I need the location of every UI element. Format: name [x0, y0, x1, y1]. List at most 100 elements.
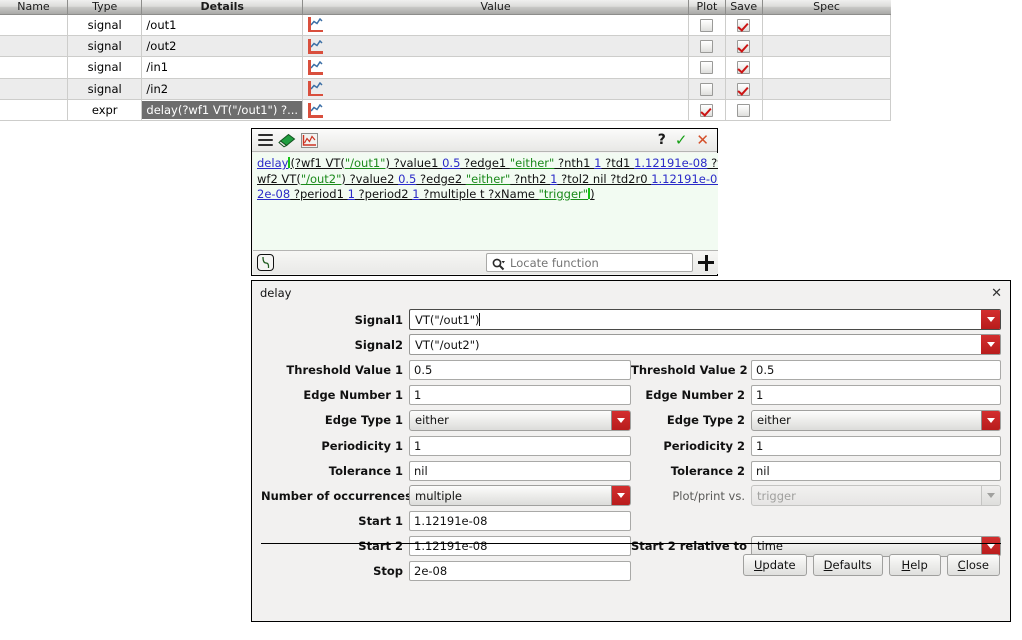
cell-value[interactable]	[302, 14, 690, 36]
cell-details[interactable]: /in1	[141, 56, 304, 79]
tolerance-2-input[interactable]	[751, 460, 1001, 481]
cell-details[interactable]: /out1	[141, 14, 304, 36]
cell-value[interactable]	[302, 78, 690, 101]
cell-details[interactable]: delay(?wf1 VT("/out1") ?...	[141, 99, 304, 122]
cell-name[interactable]	[0, 78, 68, 101]
plot-icon[interactable]	[307, 102, 324, 118]
cell-value[interactable]	[302, 35, 690, 58]
cell-spec[interactable]	[762, 78, 892, 101]
cell-spec[interactable]	[762, 14, 892, 36]
menu-icon[interactable]	[258, 134, 273, 146]
edge-type-2-combo[interactable]: either	[751, 409, 1001, 431]
edge-number-1-input[interactable]	[409, 385, 631, 406]
table-row[interactable]: expr delay(?wf1 VT("/out1") ?...	[0, 99, 892, 122]
cell-type[interactable]: signal	[67, 78, 143, 101]
cell-spec[interactable]	[762, 35, 892, 58]
chevron-down-icon[interactable]	[981, 310, 1000, 330]
chevron-down-icon[interactable]	[611, 486, 630, 506]
cell-plot[interactable]	[688, 56, 726, 79]
cell-details[interactable]: /in2	[141, 78, 304, 101]
cell-value[interactable]	[302, 56, 690, 79]
cell-plot[interactable]	[688, 99, 726, 122]
plot-icon[interactable]	[307, 81, 324, 97]
start-1-input[interactable]	[409, 511, 631, 532]
cell-plot[interactable]	[688, 35, 726, 58]
cell-spec[interactable]	[762, 56, 892, 79]
signal2-combo[interactable]: VT("/out2")	[409, 334, 1001, 356]
plot-tool-icon[interactable]	[301, 132, 318, 148]
cell-type[interactable]: expr	[67, 99, 143, 122]
save-checkbox[interactable]	[737, 104, 751, 118]
cancel-icon[interactable]: ✕	[696, 132, 709, 148]
cell-plot[interactable]	[688, 78, 726, 101]
cell-save[interactable]	[725, 78, 763, 101]
edge-number-2-input[interactable]	[751, 385, 1001, 406]
column-header-spec[interactable]: Spec	[762, 0, 891, 15]
plot-checkbox[interactable]	[700, 18, 714, 32]
cell-type[interactable]: signal	[67, 14, 143, 36]
column-header-save[interactable]: Save	[725, 0, 763, 15]
save-checkbox[interactable]	[737, 18, 751, 32]
update-button[interactable]: Update	[742, 554, 807, 577]
plot-checkbox[interactable]	[700, 104, 714, 118]
plot-icon[interactable]	[307, 59, 324, 75]
column-header-details[interactable]: Details	[141, 0, 304, 15]
close-icon[interactable]: ✕	[991, 287, 1002, 300]
close-button[interactable]: Close	[946, 554, 1000, 577]
chevron-down-icon[interactable]	[981, 410, 1000, 430]
table-row[interactable]: signal/out2	[0, 35, 892, 58]
column-header-value[interactable]: Value	[302, 0, 690, 15]
number-of-occurrences-combo[interactable]: multiple	[409, 485, 631, 507]
expression-text-area[interactable]: delay (?wf1 VT("/out1") ?value1 0.5 ?edge…	[253, 153, 718, 251]
chevron-down-icon[interactable]	[611, 410, 630, 430]
signal1-combo[interactable]: VT("/out1")	[409, 309, 1001, 331]
start-2-input[interactable]	[409, 536, 631, 557]
cell-name[interactable]	[0, 99, 68, 122]
plot-checkbox[interactable]	[700, 40, 714, 54]
stop-input[interactable]	[409, 561, 631, 582]
help-icon[interactable]: ?	[658, 133, 666, 147]
plot-icon[interactable]	[307, 17, 324, 33]
table-row[interactable]: signal/out1	[0, 14, 892, 36]
save-checkbox[interactable]	[737, 61, 751, 75]
cell-save[interactable]	[725, 35, 763, 58]
eraser-icon[interactable]	[278, 133, 296, 148]
accept-icon[interactable]: ✓	[675, 132, 688, 148]
cell-save[interactable]	[725, 56, 763, 79]
cell-details[interactable]: /out2	[141, 35, 304, 58]
cell-spec[interactable]	[762, 99, 892, 122]
save-checkbox[interactable]	[737, 40, 751, 54]
cell-type[interactable]: signal	[67, 35, 143, 58]
threshold-value-1-input[interactable]	[409, 359, 631, 380]
tolerance-1-input[interactable]	[409, 460, 631, 481]
cell-save[interactable]	[725, 99, 763, 122]
plot-checkbox[interactable]	[700, 82, 714, 96]
locate-function-box[interactable]	[486, 253, 693, 272]
chevron-down-icon[interactable]	[981, 335, 1000, 355]
column-header-plot[interactable]: Plot	[688, 0, 726, 15]
cell-value[interactable]	[302, 99, 690, 122]
column-header-name[interactable]: Name	[0, 0, 68, 15]
help-button[interactable]: Help	[888, 554, 941, 577]
cell-name[interactable]	[0, 14, 68, 36]
edge-type-1-combo[interactable]: either	[409, 409, 631, 431]
plus-icon[interactable]	[698, 254, 714, 271]
cell-type[interactable]: signal	[67, 56, 143, 79]
chevron-down-icon[interactable]	[981, 536, 1000, 556]
table-row[interactable]: signal/in2	[0, 78, 892, 101]
cell-plot[interactable]	[688, 14, 726, 36]
periodicity-2-input[interactable]	[751, 435, 1001, 456]
column-header-type[interactable]: Type	[67, 0, 143, 15]
locate-function-input[interactable]	[510, 255, 678, 270]
defaults-button[interactable]: Defaults	[812, 554, 883, 577]
clock-icon[interactable]	[257, 254, 274, 271]
cell-save[interactable]	[725, 14, 763, 36]
cell-name[interactable]	[0, 35, 68, 58]
cell-name[interactable]	[0, 56, 68, 79]
plot-icon[interactable]	[307, 38, 324, 54]
plot-checkbox[interactable]	[700, 61, 714, 75]
table-row[interactable]: signal/in1	[0, 56, 892, 79]
save-checkbox[interactable]	[737, 82, 751, 96]
periodicity-1-input[interactable]	[409, 435, 631, 456]
threshold-value-2-input[interactable]	[751, 359, 1001, 380]
